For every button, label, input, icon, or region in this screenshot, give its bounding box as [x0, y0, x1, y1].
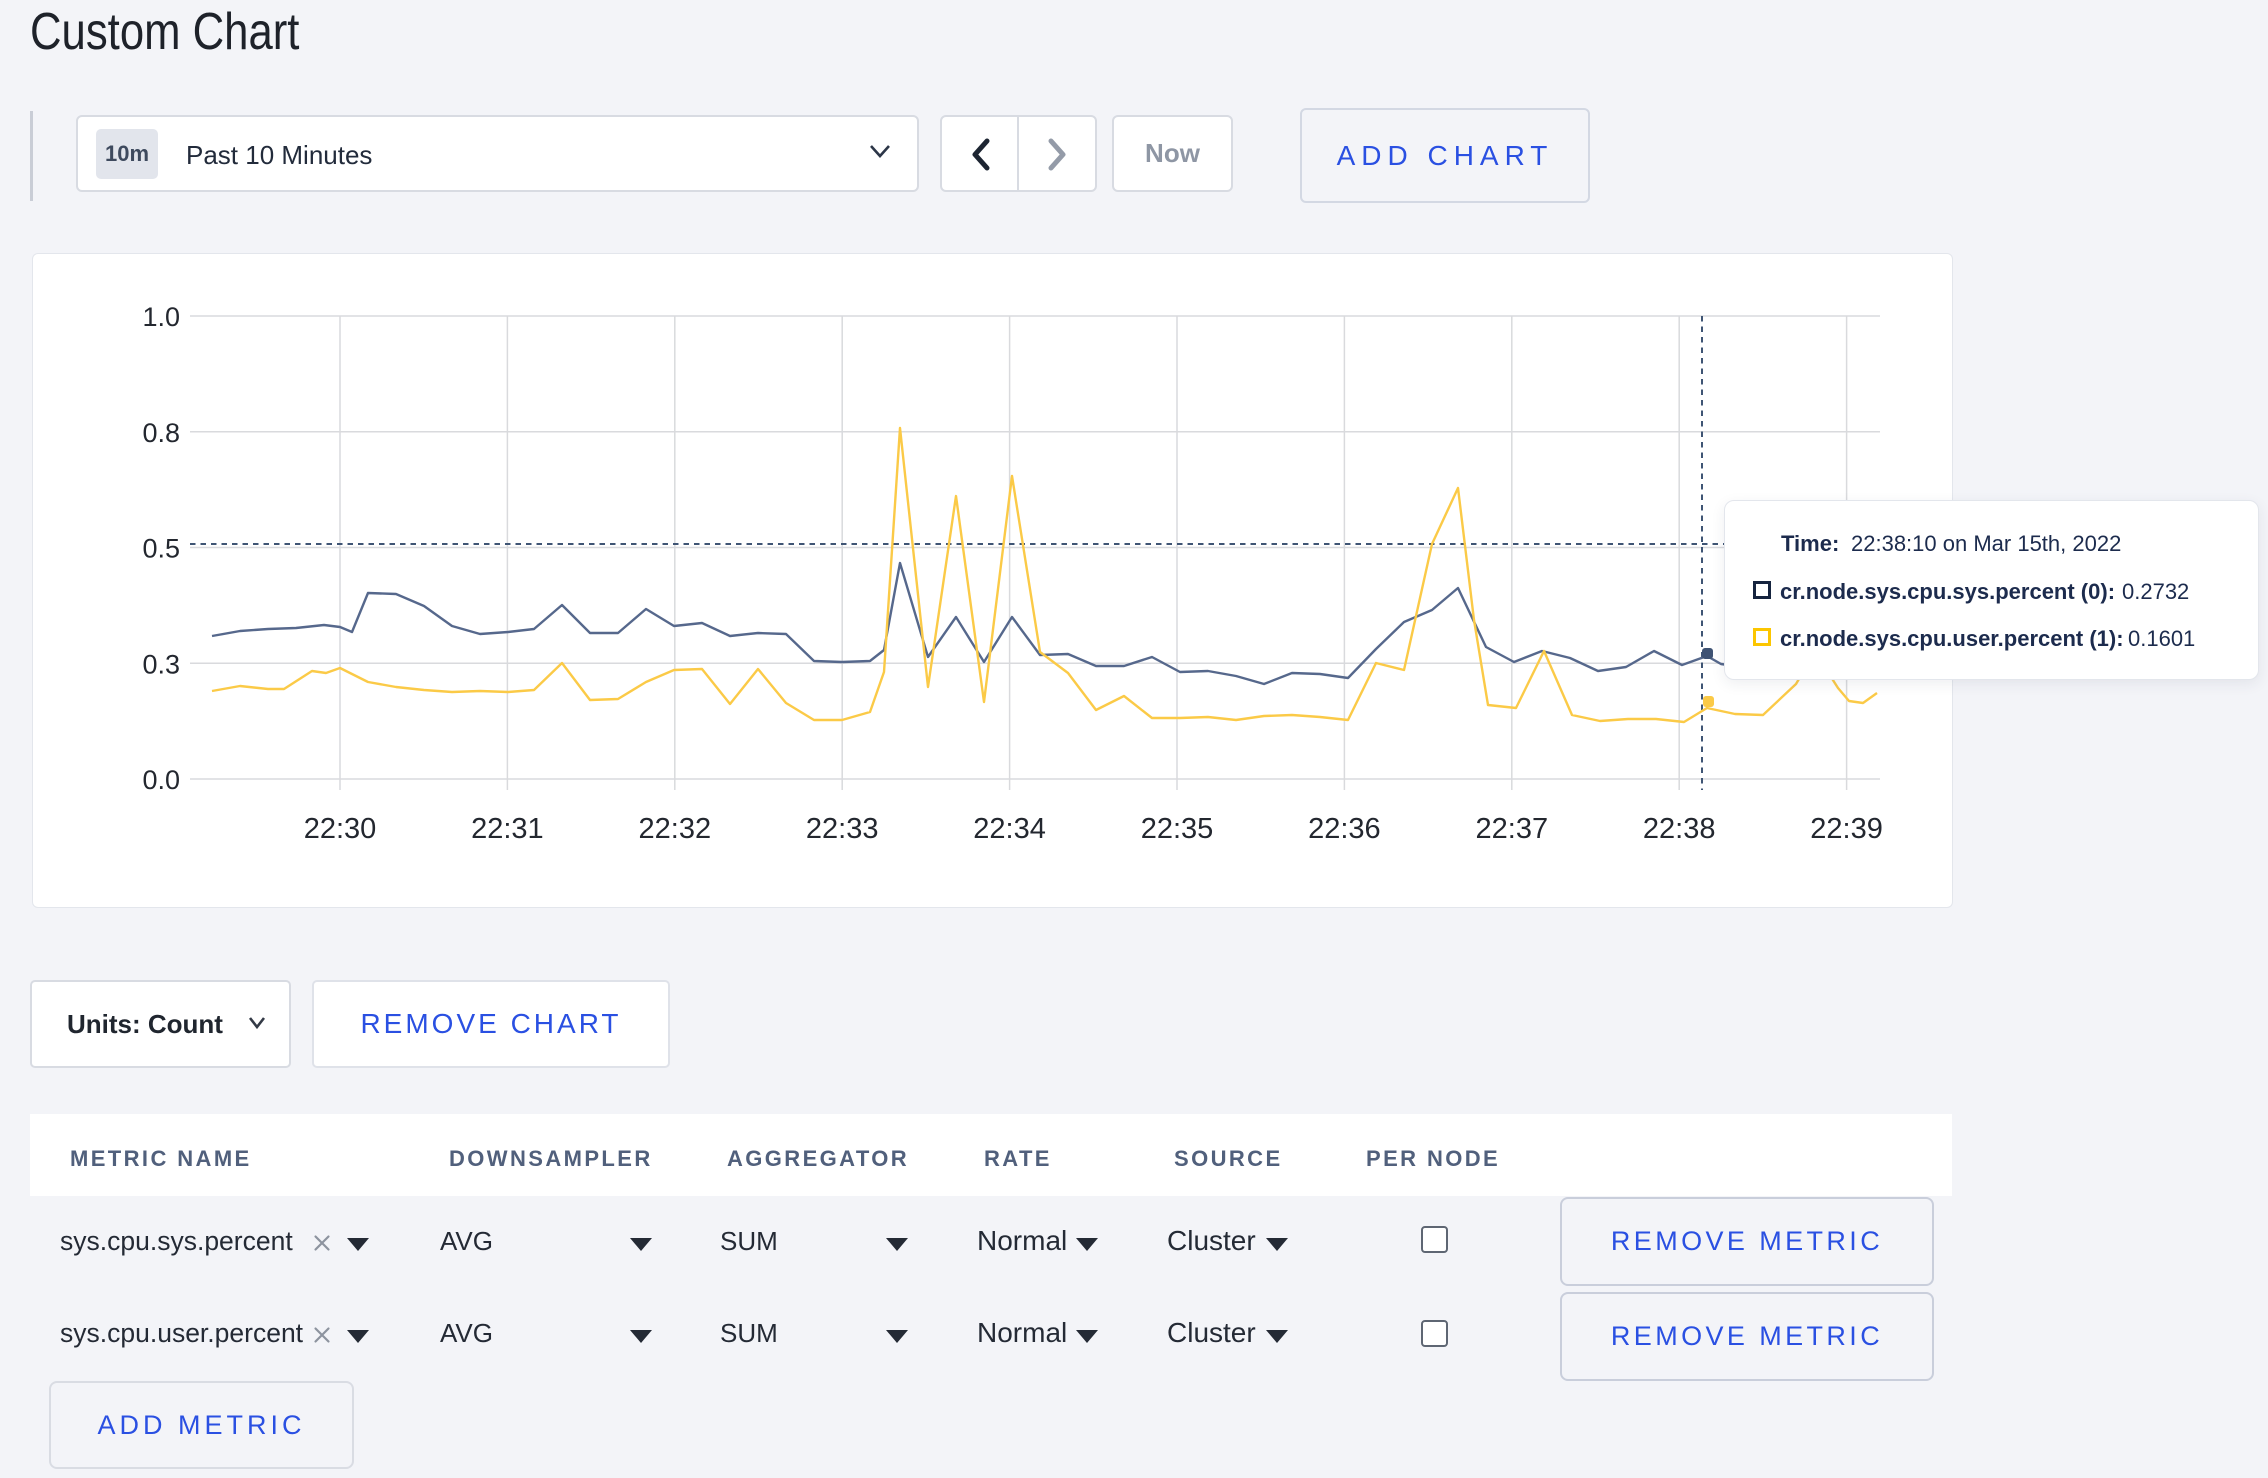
svg-text:22:31: 22:31: [471, 813, 544, 845]
svg-text:0.5: 0.5: [142, 534, 180, 564]
svg-text:22:38: 22:38: [1643, 813, 1716, 845]
svg-text:22:30: 22:30: [304, 813, 377, 845]
svg-text:22:37: 22:37: [1476, 813, 1549, 845]
svg-text:0.3: 0.3: [142, 649, 180, 679]
svg-text:22:36: 22:36: [1308, 813, 1381, 845]
svg-text:22:35: 22:35: [1141, 813, 1214, 845]
svg-text:1.0: 1.0: [142, 302, 180, 332]
svg-text:22:34: 22:34: [973, 813, 1046, 845]
svg-text:0.0: 0.0: [142, 765, 180, 795]
svg-text:22:32: 22:32: [639, 813, 712, 845]
svg-text:0.8: 0.8: [142, 418, 180, 448]
svg-text:22:39: 22:39: [1810, 813, 1883, 845]
svg-text:22:33: 22:33: [806, 813, 879, 845]
